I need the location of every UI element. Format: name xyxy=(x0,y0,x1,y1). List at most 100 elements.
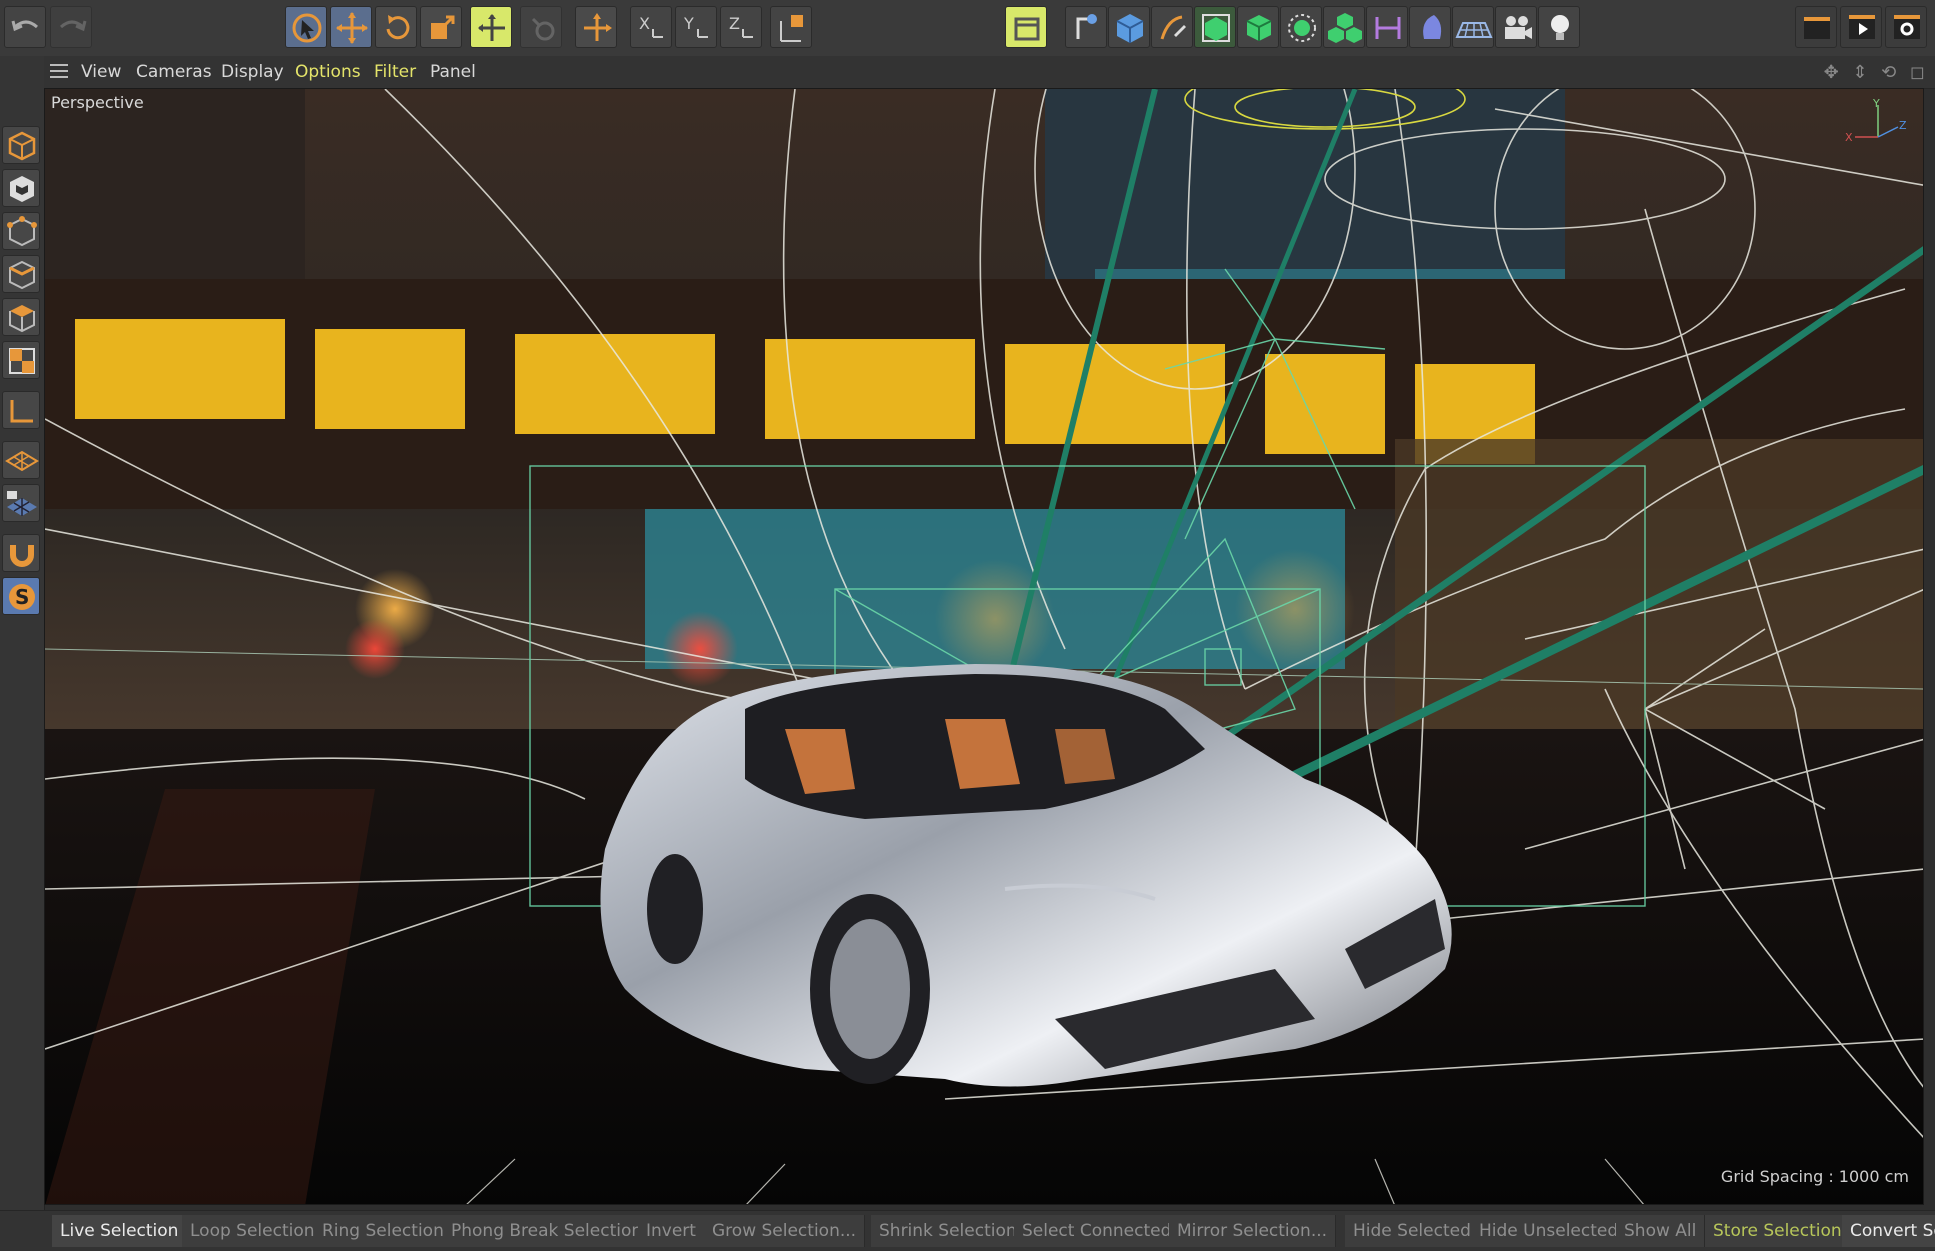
phong-break-selection-command[interactable]: Phong Break Selection xyxy=(443,1215,652,1247)
undo-button[interactable] xyxy=(4,6,46,48)
menu-view[interactable]: View xyxy=(81,62,121,82)
redo-button[interactable] xyxy=(50,6,92,48)
array-button[interactable] xyxy=(1280,6,1322,48)
uv-mode-tool[interactable] xyxy=(2,341,40,379)
subdivision-icon xyxy=(1202,14,1230,42)
invert-command[interactable]: Invert xyxy=(638,1215,705,1247)
axis-z-text: Z xyxy=(729,14,740,33)
coordinate-system-icon xyxy=(780,15,803,42)
render-settings-icon xyxy=(1894,15,1920,39)
planar-grid-icon xyxy=(7,491,37,516)
menu-options[interactable]: Options xyxy=(295,62,361,82)
scale-button[interactable] xyxy=(420,6,462,48)
left-mode-toolbar: S xyxy=(0,56,45,1250)
symmetry-button[interactable] xyxy=(1366,6,1408,48)
selection-command-bar: Live Selection Loop Selection Ring Selec… xyxy=(0,1210,1935,1251)
recent-tool-button[interactable] xyxy=(520,6,562,48)
perspective-viewport[interactable]: Perspective Y X Z Grid Spacing : 1000 cm xyxy=(44,88,1924,1205)
cloner-icon xyxy=(1328,13,1362,43)
undo-icon xyxy=(11,20,39,32)
menu-panel[interactable]: Panel xyxy=(430,62,476,82)
render-picture-icon xyxy=(1849,15,1875,39)
array-icon xyxy=(1288,14,1316,42)
select-connected-command[interactable]: Select Connected xyxy=(1014,1215,1181,1247)
menu-filter[interactable]: Filter xyxy=(374,62,416,82)
camera-button[interactable] xyxy=(1495,6,1537,48)
move-button[interactable] xyxy=(330,6,372,48)
hide-selected-command[interactable]: Hide Selected xyxy=(1345,1215,1480,1247)
axis-label-y: Y xyxy=(1872,97,1880,110)
y-axis-lock-button[interactable]: Y xyxy=(675,6,717,48)
axis-button[interactable] xyxy=(575,6,617,48)
transform-icon xyxy=(478,14,505,41)
polygon-mode-tool[interactable] xyxy=(2,298,40,336)
texture-mode-tool[interactable] xyxy=(2,169,40,207)
cloner-button[interactable] xyxy=(1323,6,1365,48)
render-picture-button[interactable] xyxy=(1840,6,1882,48)
live-selection-button[interactable] xyxy=(285,6,327,48)
deformer-button[interactable] xyxy=(1409,6,1451,48)
axis-y-text: Y xyxy=(683,14,694,33)
grid-spacing-readout: Grid Spacing : 1000 cm xyxy=(1720,1167,1909,1186)
rotate-button[interactable] xyxy=(375,6,417,48)
axis-label-z: Z xyxy=(1899,119,1907,132)
shrink-selection-command[interactable]: Shrink Selection xyxy=(871,1215,1026,1247)
axis-x-text: X xyxy=(639,14,650,33)
move-icon xyxy=(336,12,368,44)
menu-display[interactable]: Display xyxy=(221,62,284,82)
render-settings-button[interactable] xyxy=(1885,6,1927,48)
z-axis-lock-icon: Z xyxy=(729,14,753,38)
spline-pen-icon xyxy=(1160,15,1186,40)
axis-corner-icon xyxy=(10,400,33,423)
store-selection-command[interactable]: Store Selection xyxy=(1705,1215,1851,1247)
symmetry-icon xyxy=(1375,17,1401,39)
mirror-selection-command[interactable]: Mirror Selection... xyxy=(1169,1215,1337,1247)
floor-button[interactable] xyxy=(1452,6,1494,48)
model-mode-tool[interactable] xyxy=(2,126,40,164)
planar-workplane-tool[interactable] xyxy=(2,484,40,522)
svg-text:S: S xyxy=(15,585,29,609)
workplane-tool[interactable] xyxy=(2,441,40,479)
render-view-button[interactable] xyxy=(1795,6,1837,48)
x-axis-lock-button[interactable]: X xyxy=(630,6,672,48)
extrude-button[interactable] xyxy=(1237,6,1279,48)
redo-icon xyxy=(59,20,87,32)
model-cube-icon xyxy=(8,131,36,161)
pen-button[interactable] xyxy=(1065,6,1107,48)
hamburger-menu-icon[interactable] xyxy=(50,64,68,80)
viewport-navigation-icons[interactable]: ✥ ⇕ ⟲ ◻ xyxy=(1824,62,1929,83)
hide-unselected-command[interactable]: Hide Unselected xyxy=(1471,1215,1628,1247)
axis-mode-tool[interactable] xyxy=(2,391,40,429)
convert-selection-command[interactable]: Convert Se xyxy=(1842,1215,1935,1247)
edge-mode-tool[interactable] xyxy=(2,255,40,293)
point-mode-tool[interactable] xyxy=(2,212,40,250)
spline-pen-button[interactable] xyxy=(1151,6,1193,48)
show-all-command[interactable]: Show All xyxy=(1616,1215,1706,1247)
polygons-icon xyxy=(9,305,35,333)
z-axis-lock-button[interactable]: Z xyxy=(720,6,762,48)
live-selection-command[interactable]: Live Selection xyxy=(52,1215,188,1247)
axis-icon xyxy=(584,13,612,41)
live-selection-icon xyxy=(292,13,322,43)
model-mode-button[interactable] xyxy=(1005,6,1047,48)
loop-selection-command[interactable]: Loop Selection xyxy=(182,1215,324,1247)
texture-checker-icon xyxy=(10,176,34,202)
subdivision-button[interactable] xyxy=(1194,6,1236,48)
coordinate-system-button[interactable] xyxy=(770,6,812,48)
scene-render xyxy=(45,89,1923,1204)
solo-tool[interactable]: S xyxy=(2,577,40,615)
viewport-menu-bar: View Cameras Display Options Filter Pane… xyxy=(44,56,1935,89)
y-axis-lock-icon: Y xyxy=(683,14,708,38)
cube-button[interactable] xyxy=(1108,6,1150,48)
grow-selection-command[interactable]: Grow Selection... xyxy=(704,1215,866,1247)
transform-button[interactable] xyxy=(470,6,512,48)
ring-selection-command[interactable]: Ring Selection xyxy=(314,1215,453,1247)
menu-cameras[interactable]: Cameras xyxy=(136,62,212,82)
uv-icon xyxy=(9,348,35,374)
light-button[interactable] xyxy=(1538,6,1580,48)
floor-icon xyxy=(1455,22,1493,38)
x-axis-lock-icon: X xyxy=(639,14,663,38)
deformer-icon xyxy=(1423,15,1442,39)
solo-icon: S xyxy=(9,584,35,610)
snap-tool[interactable] xyxy=(2,534,40,572)
